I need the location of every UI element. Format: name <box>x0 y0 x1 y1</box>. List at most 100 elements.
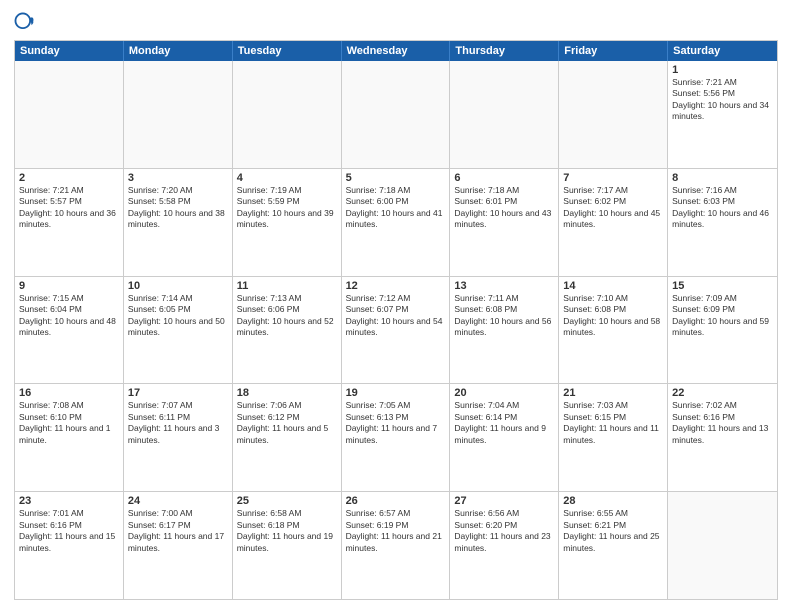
cell-info: Sunrise: 6:56 AM Sunset: 6:20 PM Dayligh… <box>454 508 554 554</box>
calendar-cell: 1Sunrise: 7:21 AM Sunset: 5:56 PM Daylig… <box>668 61 777 168</box>
cell-info: Sunrise: 7:03 AM Sunset: 6:15 PM Dayligh… <box>563 400 663 446</box>
logo <box>14 12 38 34</box>
cell-info: Sunrise: 7:17 AM Sunset: 6:02 PM Dayligh… <box>563 185 663 231</box>
day-number: 11 <box>237 280 337 292</box>
cell-info: Sunrise: 7:07 AM Sunset: 6:11 PM Dayligh… <box>128 400 228 446</box>
day-number: 13 <box>454 280 554 292</box>
calendar-cell <box>233 61 342 168</box>
cell-info: Sunrise: 7:18 AM Sunset: 6:01 PM Dayligh… <box>454 185 554 231</box>
calendar-row: 1Sunrise: 7:21 AM Sunset: 5:56 PM Daylig… <box>15 61 777 168</box>
calendar-cell <box>450 61 559 168</box>
calendar-cell: 22Sunrise: 7:02 AM Sunset: 6:16 PM Dayli… <box>668 384 777 491</box>
day-number: 24 <box>128 495 228 507</box>
calendar-cell: 18Sunrise: 7:06 AM Sunset: 6:12 PM Dayli… <box>233 384 342 491</box>
day-number: 22 <box>672 387 773 399</box>
calendar-cell: 7Sunrise: 7:17 AM Sunset: 6:02 PM Daylig… <box>559 169 668 276</box>
calendar-cell: 5Sunrise: 7:18 AM Sunset: 6:00 PM Daylig… <box>342 169 451 276</box>
cell-info: Sunrise: 7:06 AM Sunset: 6:12 PM Dayligh… <box>237 400 337 446</box>
page: SundayMondayTuesdayWednesdayThursdayFrid… <box>0 0 792 612</box>
cell-info: Sunrise: 7:21 AM Sunset: 5:56 PM Dayligh… <box>672 77 773 123</box>
day-number: 14 <box>563 280 663 292</box>
cell-info: Sunrise: 7:21 AM Sunset: 5:57 PM Dayligh… <box>19 185 119 231</box>
calendar-cell <box>15 61 124 168</box>
calendar-cell: 3Sunrise: 7:20 AM Sunset: 5:58 PM Daylig… <box>124 169 233 276</box>
day-number: 20 <box>454 387 554 399</box>
day-number: 9 <box>19 280 119 292</box>
cell-info: Sunrise: 6:58 AM Sunset: 6:18 PM Dayligh… <box>237 508 337 554</box>
cell-info: Sunrise: 6:55 AM Sunset: 6:21 PM Dayligh… <box>563 508 663 554</box>
calendar-header: SundayMondayTuesdayWednesdayThursdayFrid… <box>15 41 777 61</box>
day-number: 19 <box>346 387 446 399</box>
logo-icon <box>14 12 36 34</box>
calendar-cell: 4Sunrise: 7:19 AM Sunset: 5:59 PM Daylig… <box>233 169 342 276</box>
weekday-header: Monday <box>124 41 233 61</box>
calendar-cell: 19Sunrise: 7:05 AM Sunset: 6:13 PM Dayli… <box>342 384 451 491</box>
calendar-cell <box>668 492 777 599</box>
day-number: 2 <box>19 172 119 184</box>
cell-info: Sunrise: 7:14 AM Sunset: 6:05 PM Dayligh… <box>128 293 228 339</box>
calendar: SundayMondayTuesdayWednesdayThursdayFrid… <box>14 40 778 600</box>
cell-info: Sunrise: 7:18 AM Sunset: 6:00 PM Dayligh… <box>346 185 446 231</box>
day-number: 18 <box>237 387 337 399</box>
calendar-cell: 12Sunrise: 7:12 AM Sunset: 6:07 PM Dayli… <box>342 277 451 384</box>
calendar-cell: 10Sunrise: 7:14 AM Sunset: 6:05 PM Dayli… <box>124 277 233 384</box>
cell-info: Sunrise: 7:04 AM Sunset: 6:14 PM Dayligh… <box>454 400 554 446</box>
day-number: 17 <box>128 387 228 399</box>
calendar-row: 9Sunrise: 7:15 AM Sunset: 6:04 PM Daylig… <box>15 276 777 384</box>
day-number: 26 <box>346 495 446 507</box>
day-number: 15 <box>672 280 773 292</box>
header <box>14 12 778 34</box>
weekday-header: Thursday <box>450 41 559 61</box>
calendar-cell: 13Sunrise: 7:11 AM Sunset: 6:08 PM Dayli… <box>450 277 559 384</box>
calendar-cell: 14Sunrise: 7:10 AM Sunset: 6:08 PM Dayli… <box>559 277 668 384</box>
weekday-header: Sunday <box>15 41 124 61</box>
day-number: 27 <box>454 495 554 507</box>
cell-info: Sunrise: 7:11 AM Sunset: 6:08 PM Dayligh… <box>454 293 554 339</box>
cell-info: Sunrise: 7:02 AM Sunset: 6:16 PM Dayligh… <box>672 400 773 446</box>
cell-info: Sunrise: 7:09 AM Sunset: 6:09 PM Dayligh… <box>672 293 773 339</box>
calendar-cell <box>559 61 668 168</box>
calendar-cell: 20Sunrise: 7:04 AM Sunset: 6:14 PM Dayli… <box>450 384 559 491</box>
calendar-cell: 26Sunrise: 6:57 AM Sunset: 6:19 PM Dayli… <box>342 492 451 599</box>
day-number: 8 <box>672 172 773 184</box>
calendar-row: 23Sunrise: 7:01 AM Sunset: 6:16 PM Dayli… <box>15 491 777 599</box>
day-number: 6 <box>454 172 554 184</box>
calendar-cell: 21Sunrise: 7:03 AM Sunset: 6:15 PM Dayli… <box>559 384 668 491</box>
calendar-cell: 17Sunrise: 7:07 AM Sunset: 6:11 PM Dayli… <box>124 384 233 491</box>
day-number: 25 <box>237 495 337 507</box>
day-number: 3 <box>128 172 228 184</box>
cell-info: Sunrise: 7:10 AM Sunset: 6:08 PM Dayligh… <box>563 293 663 339</box>
calendar-row: 16Sunrise: 7:08 AM Sunset: 6:10 PM Dayli… <box>15 383 777 491</box>
cell-info: Sunrise: 6:57 AM Sunset: 6:19 PM Dayligh… <box>346 508 446 554</box>
day-number: 4 <box>237 172 337 184</box>
cell-info: Sunrise: 7:08 AM Sunset: 6:10 PM Dayligh… <box>19 400 119 446</box>
calendar-cell: 23Sunrise: 7:01 AM Sunset: 6:16 PM Dayli… <box>15 492 124 599</box>
calendar-cell: 27Sunrise: 6:56 AM Sunset: 6:20 PM Dayli… <box>450 492 559 599</box>
calendar-cell: 15Sunrise: 7:09 AM Sunset: 6:09 PM Dayli… <box>668 277 777 384</box>
calendar-cell: 6Sunrise: 7:18 AM Sunset: 6:01 PM Daylig… <box>450 169 559 276</box>
calendar-cell: 16Sunrise: 7:08 AM Sunset: 6:10 PM Dayli… <box>15 384 124 491</box>
cell-info: Sunrise: 7:05 AM Sunset: 6:13 PM Dayligh… <box>346 400 446 446</box>
cell-info: Sunrise: 7:20 AM Sunset: 5:58 PM Dayligh… <box>128 185 228 231</box>
day-number: 12 <box>346 280 446 292</box>
day-number: 16 <box>19 387 119 399</box>
day-number: 10 <box>128 280 228 292</box>
calendar-cell: 9Sunrise: 7:15 AM Sunset: 6:04 PM Daylig… <box>15 277 124 384</box>
cell-info: Sunrise: 7:15 AM Sunset: 6:04 PM Dayligh… <box>19 293 119 339</box>
calendar-cell: 2Sunrise: 7:21 AM Sunset: 5:57 PM Daylig… <box>15 169 124 276</box>
weekday-header: Saturday <box>668 41 777 61</box>
weekday-header: Friday <box>559 41 668 61</box>
day-number: 1 <box>672 64 773 76</box>
calendar-cell: 11Sunrise: 7:13 AM Sunset: 6:06 PM Dayli… <box>233 277 342 384</box>
calendar-body: 1Sunrise: 7:21 AM Sunset: 5:56 PM Daylig… <box>15 61 777 599</box>
cell-info: Sunrise: 7:00 AM Sunset: 6:17 PM Dayligh… <box>128 508 228 554</box>
calendar-row: 2Sunrise: 7:21 AM Sunset: 5:57 PM Daylig… <box>15 168 777 276</box>
cell-info: Sunrise: 7:13 AM Sunset: 6:06 PM Dayligh… <box>237 293 337 339</box>
cell-info: Sunrise: 7:16 AM Sunset: 6:03 PM Dayligh… <box>672 185 773 231</box>
calendar-cell <box>124 61 233 168</box>
calendar-cell: 25Sunrise: 6:58 AM Sunset: 6:18 PM Dayli… <box>233 492 342 599</box>
weekday-header: Tuesday <box>233 41 342 61</box>
calendar-cell: 24Sunrise: 7:00 AM Sunset: 6:17 PM Dayli… <box>124 492 233 599</box>
day-number: 21 <box>563 387 663 399</box>
cell-info: Sunrise: 7:01 AM Sunset: 6:16 PM Dayligh… <box>19 508 119 554</box>
